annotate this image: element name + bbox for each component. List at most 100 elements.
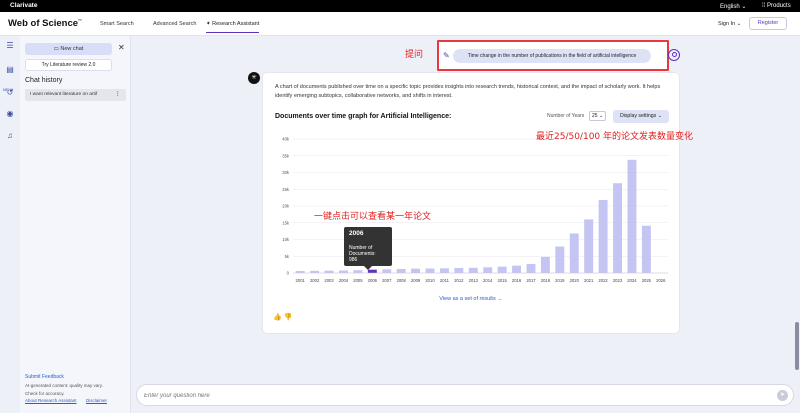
sign-in-link[interactable]: Sign In ⌄ — [718, 21, 741, 27]
y-tick-label: 25k — [282, 187, 290, 192]
bar-2017[interactable] — [526, 263, 536, 273]
bar-2021[interactable] — [584, 219, 594, 273]
user-avatar-icon — [668, 49, 680, 61]
more-icon[interactable]: ⋮ — [115, 89, 120, 101]
lit-review-button[interactable]: Try Literature review 2.0 — [25, 59, 112, 71]
x-tick-label: 2008 — [397, 278, 407, 283]
wos-logo[interactable]: Web of Science™ — [8, 18, 82, 29]
x-tick-label: 2026 — [656, 278, 666, 283]
user-icon[interactable]: ◉ — [5, 109, 15, 119]
y-tick-label: 40k — [282, 137, 290, 142]
clarivate-logo: Clarivate — [10, 2, 38, 9]
documents-icon[interactable]: ▤ — [5, 65, 15, 75]
grid-icon: ⁞⁞ — [762, 3, 766, 9]
bar-2015[interactable] — [497, 266, 507, 273]
chat-history-heading: Chat history — [25, 77, 63, 84]
bar-tooltip: 2006 Number of Documents: 986 — [344, 227, 392, 270]
answer-intro: A chart of documents published over time… — [275, 84, 661, 99]
bar-2008[interactable] — [396, 268, 406, 273]
bar-2014[interactable] — [483, 267, 493, 273]
tab-advanced-search[interactable]: Advanced Search — [153, 21, 196, 27]
tab-research-assistant[interactable]: ✦ Research Assistant — [206, 21, 260, 33]
register-button[interactable]: Register — [749, 17, 787, 30]
bar-2006[interactable] — [367, 269, 377, 273]
question-input[interactable] — [144, 390, 744, 402]
x-tick-label: 2017 — [526, 278, 536, 283]
bell-icon[interactable]: ♫ — [5, 131, 15, 141]
bar-2013[interactable] — [468, 267, 478, 273]
x-tick-label: 2023 — [613, 278, 623, 283]
bar-2001[interactable] — [295, 270, 305, 273]
bar-2020[interactable] — [569, 233, 579, 273]
display-settings-button[interactable]: Display settings ⌄ — [613, 110, 669, 123]
thumbs-up-icon[interactable]: 👍 — [273, 314, 282, 321]
disclaimer-link[interactable]: Disclaimer — [86, 398, 107, 403]
x-tick-label: 2013 — [469, 278, 479, 283]
close-icon[interactable]: ✕ — [118, 43, 125, 52]
scrollbar[interactable] — [795, 322, 799, 370]
tab-smart-search[interactable]: Smart Search — [100, 21, 134, 27]
thumbs-down-icon[interactable]: 👎 — [284, 314, 293, 321]
view-results-link[interactable]: View as a set of results → — [263, 296, 679, 302]
years-label: Number of Years — [547, 113, 585, 119]
products-menu[interactable]: ⁞⁞ Products — [762, 3, 791, 9]
x-tick-label: 2006 — [368, 278, 378, 283]
x-tick-label: 2016 — [512, 278, 522, 283]
new-chat-button[interactable]: ▭ New chat — [25, 43, 112, 55]
y-tick-label: 20k — [282, 204, 290, 209]
bar-2023[interactable] — [613, 183, 622, 273]
question-input-bar: ➤ — [136, 384, 794, 406]
history-icon[interactable]: ↺ — [5, 88, 15, 98]
bar-2002[interactable] — [310, 270, 320, 273]
language-selector[interactable]: English ⌄ — [720, 3, 746, 10]
bar-2004[interactable] — [339, 270, 348, 273]
bar-2022[interactable] — [598, 199, 608, 273]
bar-2010[interactable] — [425, 268, 435, 273]
tooltip-value: 986 — [349, 257, 358, 263]
x-tick-label: 2010 — [425, 278, 435, 283]
x-tick-label: 2001 — [296, 278, 306, 283]
feedback-icons: 👍 👎 — [273, 313, 292, 321]
bar-2018[interactable] — [540, 256, 550, 273]
x-tick-label: 2022 — [598, 278, 608, 283]
years-select[interactable]: 25 ⌄ — [589, 111, 606, 121]
menu-icon[interactable]: ☰ — [5, 41, 15, 51]
bar-2019[interactable] — [555, 246, 565, 273]
x-tick-label: 2014 — [483, 278, 493, 283]
user-question-highlight: Time change in the number of publication… — [437, 40, 669, 71]
edit-icon[interactable]: ✎ — [443, 51, 450, 60]
tooltip-label: Number of Documents: — [349, 245, 376, 257]
left-rail: ☰ MENU ▤ ↺ ◉ ♫ — [0, 36, 20, 413]
x-tick-label: 2019 — [555, 278, 565, 283]
bar-2011[interactable] — [439, 268, 449, 273]
top-bar: Clarivate English ⌄ ⁞⁞ Products — [0, 0, 800, 12]
bar-2025[interactable] — [641, 225, 651, 273]
bar-2016[interactable] — [512, 265, 522, 273]
documents-over-time-chart: 0 5k 10k 15k 20k 25k 30k 35k 40k 2001 2002 2003 2004… — [282, 137, 668, 283]
x-tick-label: 2018 — [541, 278, 551, 283]
x-tick-label: 2021 — [584, 278, 594, 283]
x-tick-label: 2015 — [497, 278, 507, 283]
answer-card: A chart of documents published over time… — [262, 72, 680, 334]
y-tick-label: 15k — [282, 220, 290, 225]
assistant-icon: ✳ — [248, 72, 260, 84]
x-tick-label: 2004 — [339, 278, 349, 283]
click-annotation: 一键点击可以查看某一年论文 — [314, 212, 432, 222]
x-tick-label: 2020 — [570, 278, 580, 283]
history-item[interactable]: I want relevant literature on artif ⋮ — [25, 89, 126, 101]
bar-2007[interactable] — [382, 269, 392, 273]
bar-2003[interactable] — [324, 270, 334, 273]
send-icon[interactable]: ➤ — [777, 390, 788, 401]
x-tick-label: 2002 — [310, 278, 320, 283]
ai-note: AI-generated content: quality may vary. — [25, 383, 103, 388]
bar-2009[interactable] — [411, 268, 421, 273]
tooltip-year: 2006 — [349, 230, 364, 237]
about-link[interactable]: About Research Assistant — [25, 398, 77, 403]
y-tick-label: 0 — [287, 271, 290, 276]
submit-feedback-link[interactable]: Submit Feedback — [25, 374, 64, 380]
bar-2024[interactable] — [627, 159, 637, 273]
y-tick-label: 30k — [282, 170, 290, 175]
bar-2005[interactable] — [353, 270, 363, 273]
chart-title: Documents over time graph for Artificial… — [275, 113, 452, 120]
bar-2012[interactable] — [454, 267, 464, 273]
